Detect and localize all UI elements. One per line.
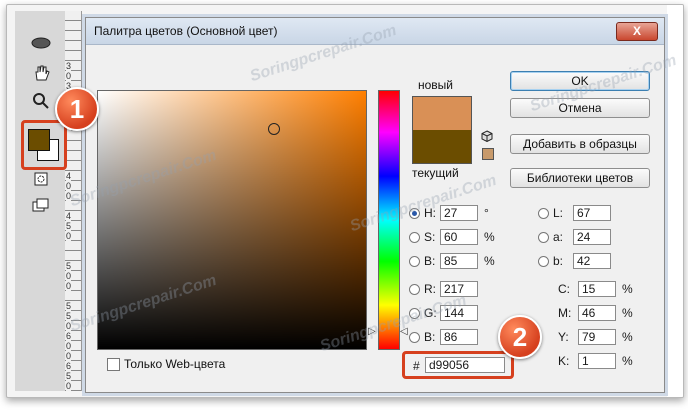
- radio-s[interactable]: [409, 231, 420, 243]
- field-row-lab-b: b: 42: [538, 252, 611, 270]
- unit-b: %: [484, 254, 495, 268]
- field-row-m: M: 46 %: [558, 304, 633, 322]
- current-color-label: текущий: [412, 166, 459, 180]
- input-y[interactable]: 79: [578, 329, 616, 345]
- zoom-tool[interactable]: [27, 91, 55, 111]
- web-colors-checkbox[interactable]: [107, 358, 120, 371]
- input-c[interactable]: 15: [578, 281, 616, 297]
- hex-hash-label: #: [413, 359, 420, 373]
- label-lab-b: b:: [553, 254, 564, 268]
- ruler-label: 4: [66, 211, 72, 221]
- new-color-label: новый: [418, 78, 454, 92]
- quick-mask-tool[interactable]: [27, 169, 55, 189]
- label-y: Y:: [558, 330, 569, 344]
- ellipse-icon: [31, 37, 51, 49]
- field-row-a: a: 24: [538, 228, 611, 246]
- ruler-label: 6: [66, 361, 72, 371]
- field-row-l: L: 67: [538, 204, 611, 222]
- ruler-label: 0: [66, 341, 72, 351]
- ruler-label: 0: [66, 231, 72, 241]
- out-of-gamut-cube-icon[interactable]: [481, 130, 493, 142]
- radio-l[interactable]: [538, 207, 549, 219]
- radio-a[interactable]: [538, 231, 549, 243]
- hex-highlight: # d99056: [402, 351, 514, 379]
- field-row-k: K: 1 %: [558, 352, 633, 370]
- unit-y: %: [622, 330, 633, 344]
- input-a[interactable]: 24: [573, 229, 611, 245]
- label-m: M:: [558, 306, 572, 320]
- web-colors-label: Только Web-цвета: [124, 357, 226, 371]
- unit-k: %: [622, 354, 633, 368]
- radio-lab-b[interactable]: [538, 255, 549, 267]
- hand-tool[interactable]: [27, 63, 55, 83]
- field-row-y: Y: 79 %: [558, 328, 633, 346]
- label-r: R:: [424, 282, 436, 296]
- label-blue: B:: [424, 330, 436, 344]
- ruler-label: 3: [66, 61, 72, 71]
- screen-mode-icon: [32, 198, 49, 212]
- ellipse-tool[interactable]: [27, 33, 55, 53]
- magnifier-icon: [33, 93, 49, 109]
- label-a: a:: [553, 230, 564, 244]
- screenshot-frame: 3 0 3 5 0 4 0 0 4 5 0 5 0 0 5 5 0 6 0 0 …: [6, 4, 684, 398]
- unit-c: %: [622, 282, 633, 296]
- unit-s: %: [484, 230, 495, 244]
- label-b: B:: [424, 254, 436, 268]
- ruler-label: 0: [66, 381, 72, 391]
- field-row-b: B: 85 %: [409, 252, 495, 270]
- hand-icon: [35, 65, 50, 81]
- ruler-label: 0: [66, 181, 72, 191]
- screen-mode-tool[interactable]: [27, 195, 55, 215]
- label-l: L:: [553, 206, 564, 220]
- current-color-swatch[interactable]: [412, 130, 472, 164]
- unit-h: °: [484, 206, 489, 220]
- input-m[interactable]: 46: [578, 305, 616, 321]
- field-row-blue: B: 86: [409, 328, 478, 346]
- field-row-s: S: 60 %: [409, 228, 495, 246]
- ruler-label: 0: [66, 351, 72, 361]
- radio-blue[interactable]: [409, 331, 420, 343]
- input-lab-b[interactable]: 42: [573, 253, 611, 269]
- ruler-label: 5: [66, 301, 72, 311]
- label-k: K:: [558, 354, 570, 368]
- close-button[interactable]: X: [616, 22, 658, 41]
- hex-input[interactable]: d99056: [425, 357, 505, 373]
- input-l[interactable]: 67: [573, 205, 611, 221]
- foreground-color-swatch[interactable]: [28, 129, 50, 151]
- input-blue[interactable]: 86: [440, 329, 478, 345]
- color-field-cursor[interactable]: [268, 123, 280, 135]
- web-safe-swatch[interactable]: [482, 148, 494, 160]
- input-b[interactable]: 85: [440, 253, 478, 269]
- ruler-label: 0: [66, 71, 72, 81]
- ruler-label: 4: [66, 171, 72, 181]
- step-badge-2: 2: [498, 315, 542, 359]
- ruler-label: 5: [66, 221, 72, 231]
- radio-b[interactable]: [409, 255, 420, 267]
- ruler-label: 6: [66, 331, 72, 341]
- field-row-r: R: 217: [409, 280, 478, 298]
- unit-m: %: [622, 306, 633, 320]
- quick-mask-icon: [34, 172, 48, 186]
- label-c: C:: [558, 282, 570, 296]
- field-row-c: C: 15 %: [558, 280, 633, 298]
- ruler-label: 0: [66, 281, 72, 291]
- ruler-label: 5: [66, 371, 72, 381]
- step-badge-1: 1: [55, 87, 99, 131]
- new-color-swatch: [412, 96, 472, 131]
- input-s[interactable]: 60: [440, 229, 478, 245]
- tools-panel: [15, 11, 66, 391]
- input-h[interactable]: 27: [440, 205, 478, 221]
- ruler-label: 5: [66, 261, 72, 271]
- color-libraries-button[interactable]: Библиотеки цветов: [510, 168, 650, 188]
- ruler-label: 0: [66, 271, 72, 281]
- label-s: S:: [424, 230, 436, 244]
- input-k[interactable]: 1: [578, 353, 616, 369]
- add-to-swatches-button[interactable]: Добавить в образцы: [510, 134, 650, 154]
- radio-r[interactable]: [409, 283, 420, 295]
- dialog-title: Палитра цветов (Основной цвет): [94, 24, 278, 38]
